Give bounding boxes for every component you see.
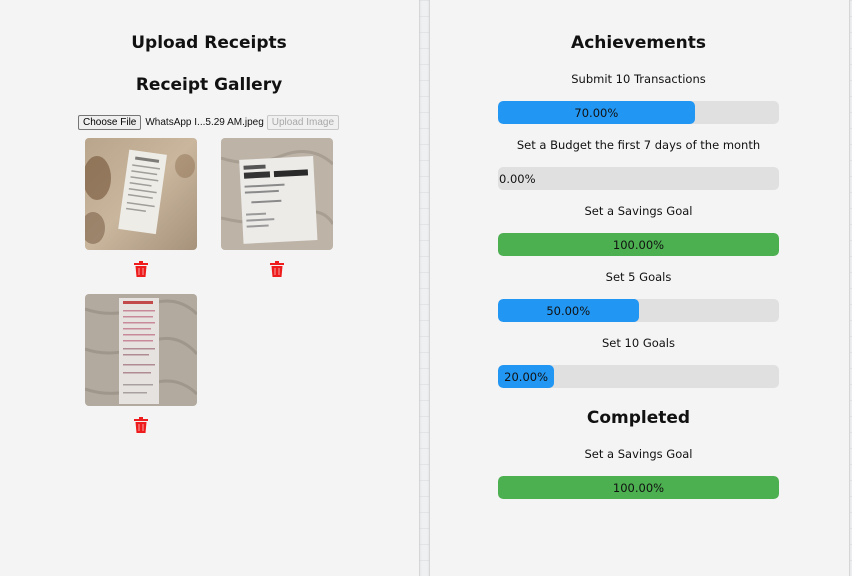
selected-file-name: WhatsApp I...5.29 AM.jpeg [145, 117, 264, 128]
progress-bar: 70.00% [498, 101, 779, 124]
trash-icon[interactable] [134, 417, 148, 433]
progress-text: 0.00% [499, 171, 536, 186]
progress-text: 70.00% [574, 105, 619, 120]
progress-text: 100.00% [612, 480, 665, 495]
progress-text: 20.00% [504, 369, 549, 384]
receipt-image[interactable] [85, 294, 197, 406]
trash-icon[interactable] [134, 261, 148, 277]
gallery-title: Receipt Gallery [135, 75, 283, 95]
progress-bar: 100.00% [498, 233, 779, 256]
progress-bar: 0.00% [498, 167, 779, 190]
upload-image-button[interactable]: Upload Image [266, 115, 340, 130]
file-upload-row: Choose File WhatsApp I...5.29 AM.jpeg Up… [78, 115, 340, 130]
achievements-title: Achievements [571, 33, 706, 53]
upload-title: Upload Receipts [131, 33, 287, 53]
progress-text: 50.00% [546, 303, 591, 318]
progress-bar: 20.00% [498, 365, 779, 388]
receipt-image[interactable] [221, 138, 333, 250]
progress-text: 100.00% [612, 237, 665, 252]
completed-label: Set a Savings Goal [584, 447, 693, 461]
achievement-label: Set 10 Goals [601, 336, 675, 350]
achievement-label: Submit 10 Transactions [571, 72, 706, 86]
choose-file-button[interactable]: Choose File [78, 115, 142, 130]
achievement-label: Set a Budget the first 7 days of the mon… [516, 138, 761, 152]
progress-bar: 50.00% [498, 299, 779, 322]
achievement-label: Set 5 Goals [605, 270, 672, 284]
achievement-label: Set a Savings Goal [584, 204, 693, 218]
receipt-image[interactable] [85, 138, 197, 250]
trash-icon[interactable] [270, 261, 284, 277]
completed-title: Completed [586, 408, 691, 428]
progress-bar: 100.00% [498, 476, 779, 499]
